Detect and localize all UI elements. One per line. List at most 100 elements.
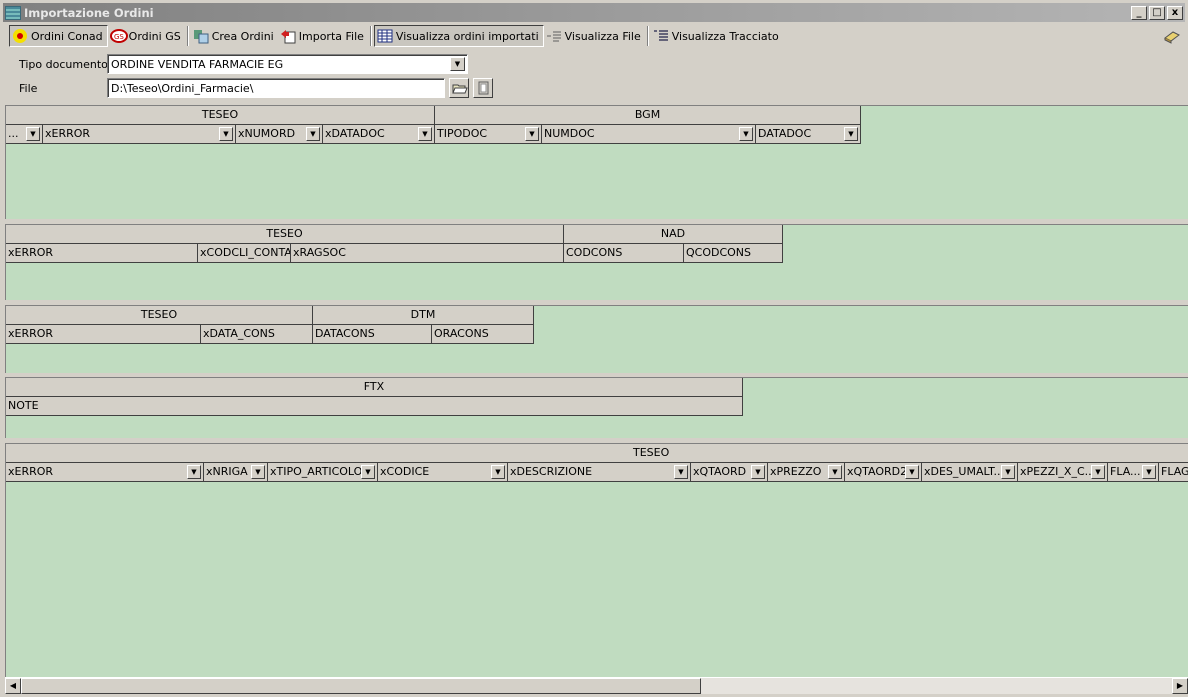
chevron-down-icon: ▼ [525,127,539,141]
crea-ordini-button[interactable]: Crea Ordini [191,25,278,47]
column-header[interactable]: xCODCLI_CONTA [198,244,291,263]
column-header[interactable]: xERROR [6,244,198,263]
scroll-left-icon[interactable]: ◀ [5,678,21,694]
column-header[interactable]: xNRIGA ▼ [204,463,268,482]
column-header[interactable]: xTIPO_ARTICOLO ▼ [268,463,378,482]
conad-icon [12,28,28,44]
title-bar: Importazione Ordini _ □ x [3,3,1185,22]
column-header[interactable]: FLAG [1159,463,1188,482]
minimize-button[interactable]: _ [1131,5,1147,20]
importa-file-label: Importa File [298,29,364,43]
column-header[interactable]: xERROR [6,325,201,344]
grid-ftx[interactable]: FTX NOTE [5,377,1188,438]
visualizza-tracciato-button[interactable]: Visualizza Tracciato [651,25,783,47]
group-header: FTX [6,378,743,397]
scroll-right-icon[interactable]: ▶ [1172,678,1188,694]
chevron-down-icon: ▼ [1091,465,1105,479]
view-file-icon [546,28,562,44]
chevron-down-icon: ▼ [306,127,320,141]
chevron-down-icon: ▼ [26,127,40,141]
column-header[interactable]: DATADOC ▼ [756,125,861,144]
chevron-down-icon[interactable]: ▼ [450,57,465,71]
app-icon [5,5,21,20]
crea-ordini-label: Crea Ordini [211,29,274,43]
column-header[interactable]: ORACONS [432,325,534,344]
tipo-documento-select[interactable]: ORDINE VENDITA FARMACIE EG ▼ [107,54,468,74]
visualizza-ordini-button[interactable]: Visualizza ordini importati [373,25,544,47]
tipo-documento-label: Tipo documento [19,58,108,71]
open-folder-icon [452,84,468,94]
document-button[interactable] [473,78,493,98]
column-header[interactable]: TIPODOC ▼ [435,125,542,144]
ordini-conad-label: Ordini Conad [31,29,103,43]
group-header: TESEO [6,306,313,325]
column-header[interactable]: xERROR ▼ [43,125,236,144]
column-header[interactable]: xERROR ▼ [6,463,204,482]
column-header[interactable]: FLA... ▼ [1108,463,1159,482]
column-header[interactable]: ... ▼ [6,125,43,144]
file-label: File [19,82,38,95]
toolbar: Ordini Conad GS Ordini GS Crea Ordini Im… [3,24,1185,48]
view-layout-icon [653,28,669,44]
group-header: TESEO [6,225,564,244]
column-header[interactable]: xDES_UMALT... ▼ [922,463,1018,482]
column-header[interactable]: xQTAORD ▼ [691,463,768,482]
column-header[interactable]: xQTAORD2 ▼ [845,463,922,482]
svg-text:GS: GS [114,33,124,41]
column-header[interactable]: xDESCRIZIONE ▼ [508,463,691,482]
group-header: TESEO [6,444,1188,463]
chevron-down-icon: ▼ [674,465,688,479]
scroll-thumb[interactable] [21,678,701,694]
chevron-down-icon: ▼ [905,465,919,479]
grid-dtm[interactable]: TESEO DTM xERROR xDATA_CONS DATACONS ORA… [5,305,1188,373]
column-header[interactable]: NOTE [6,397,743,416]
column-header[interactable]: NUMDOC ▼ [542,125,756,144]
group-header: TESEO [6,106,435,125]
visualizza-file-label: Visualizza File [564,29,641,43]
grid-nad[interactable]: TESEO NAD xERROR xCODCLI_CONTA xRAGSOC C… [5,224,1188,300]
importa-file-button[interactable]: Importa File [278,25,368,47]
column-header[interactable]: xPREZZO ▼ [768,463,845,482]
group-header: NAD [564,225,783,244]
chevron-down-icon: ▼ [361,465,375,479]
chevron-down-icon: ▼ [251,465,265,479]
chevron-down-icon: ▼ [187,465,201,479]
column-header[interactable]: xRAGSOC [291,244,564,263]
column-header[interactable]: CODCONS [564,244,684,263]
group-header: BGM [435,106,861,125]
chevron-down-icon: ▼ [1142,465,1156,479]
open-folder-button[interactable] [449,78,469,98]
file-path-field[interactable]: D:\Teseo\Ordini_Farmacie\ [107,78,445,98]
window-title: Importazione Ordini [24,5,154,20]
grid-bgm[interactable]: TESEO BGM ... ▼ xERROR ▼ xNUMORD ▼ xDATADOC… [5,105,1188,219]
horizontal-scrollbar[interactable]: ◀ ▶ [5,677,1188,694]
chevron-down-icon: ▼ [844,127,858,141]
column-header[interactable]: xNUMORD ▼ [236,125,323,144]
group-header: DTM [313,306,534,325]
import-file-icon [280,28,296,44]
visualizza-tracciato-label: Visualizza Tracciato [671,29,779,43]
maximize-button[interactable]: □ [1149,5,1165,20]
visualizza-file-button[interactable]: Visualizza File [544,25,645,47]
chevron-down-icon: ▼ [828,465,842,479]
column-header[interactable]: xCODICE ▼ [378,463,508,482]
chevron-down-icon: ▼ [751,465,765,479]
document-icon [478,81,489,95]
column-header[interactable]: QCODCONS [684,244,783,263]
ordini-gs-button[interactable]: GS Ordini GS [108,25,185,47]
chevron-down-icon: ▼ [739,127,753,141]
close-button[interactable]: x [1167,5,1183,20]
column-header[interactable]: DATACONS [313,325,432,344]
grid-righe[interactable]: TESEO xERROR ▼ xNRIGA ▼ xTIPO_ARTICOLO ▼ xC… [5,443,1188,677]
column-header[interactable]: xPEZZI_X_C... ▼ [1018,463,1108,482]
book-icon[interactable] [1163,28,1181,44]
chevron-down-icon: ▼ [1001,465,1015,479]
ordini-conad-button[interactable]: Ordini Conad [9,25,108,47]
column-header[interactable]: xDATA_CONS [201,325,313,344]
ordini-gs-label: Ordini GS [128,29,181,43]
create-orders-icon [193,28,209,44]
chevron-down-icon: ▼ [491,465,505,479]
chevron-down-icon: ▼ [418,127,432,141]
column-header[interactable]: xDATADOC ▼ [323,125,435,144]
visualizza-ordini-label: Visualizza ordini importati [395,29,539,43]
